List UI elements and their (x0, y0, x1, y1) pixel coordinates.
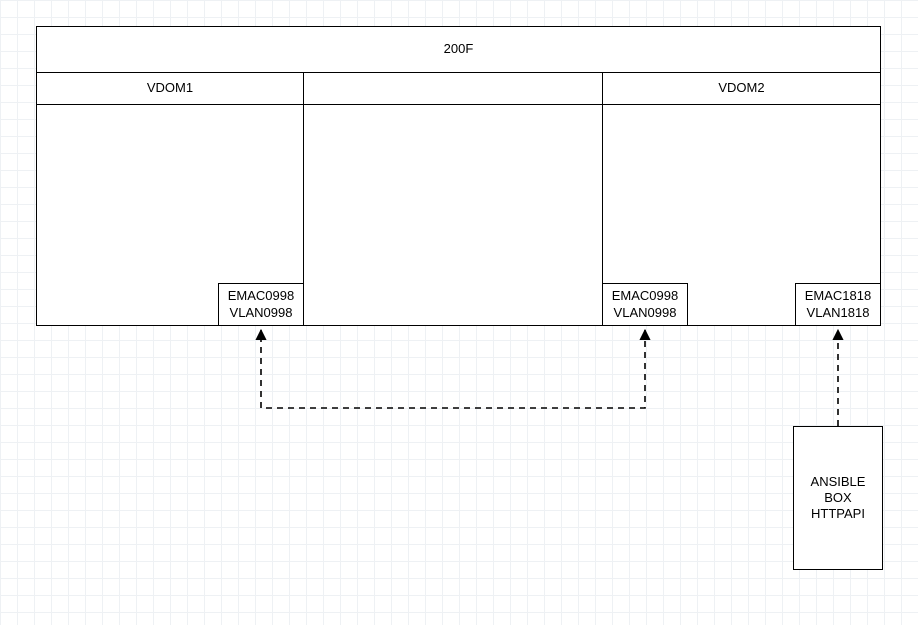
port-vdom1-vlan: VLAN0998 (230, 305, 293, 321)
port-vdom2-right: EMAC1818 VLAN1818 (795, 283, 881, 326)
vdom2-title: VDOM2 (718, 80, 764, 96)
port-vdom2-left-emac: EMAC0998 (612, 288, 678, 304)
ansible-line2: BOX (824, 490, 851, 506)
device-title-bar: 200F (36, 26, 881, 73)
port-vdom2-left: EMAC0998 VLAN0998 (602, 283, 688, 326)
vdom1-title: VDOM1 (147, 80, 193, 96)
ansible-line3: HTTPAPI (811, 506, 865, 522)
ansible-box: ANSIBLE BOX HTTPAPI (793, 426, 883, 570)
vdom1-header: VDOM1 (36, 72, 304, 105)
port-vdom2-right-emac: EMAC1818 (805, 288, 871, 304)
device-title: 200F (444, 41, 474, 57)
middle-header (303, 72, 603, 105)
port-vdom1: EMAC0998 VLAN0998 (218, 283, 304, 326)
middle-body (303, 104, 603, 326)
port-vdom2-right-vlan: VLAN1818 (807, 305, 870, 321)
ansible-line1: ANSIBLE (811, 474, 866, 490)
vdom2-header: VDOM2 (602, 72, 881, 105)
port-vdom1-emac: EMAC0998 (228, 288, 294, 304)
port-vdom2-left-vlan: VLAN0998 (614, 305, 677, 321)
